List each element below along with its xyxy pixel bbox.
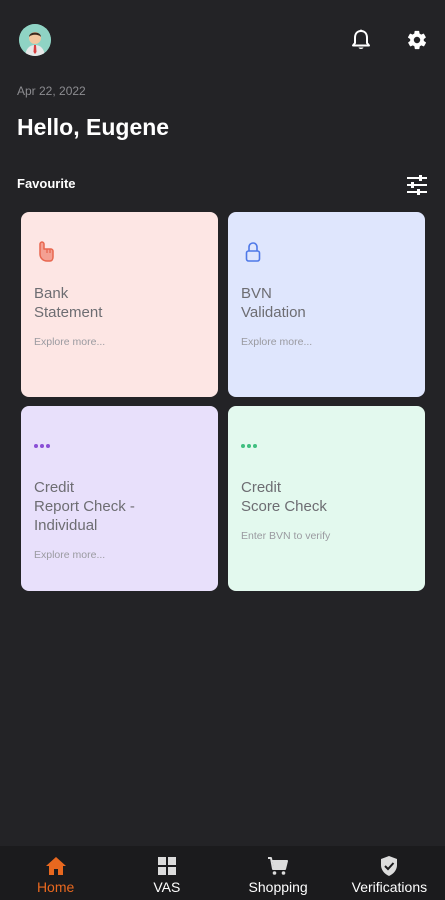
gear-icon[interactable] bbox=[403, 26, 431, 54]
greeting-heading: Hello, Eugene bbox=[17, 114, 170, 140]
hand-icon bbox=[34, 240, 58, 264]
more-dots-icon bbox=[34, 434, 58, 458]
nav-label: Verifications bbox=[351, 879, 428, 895]
more-dots-icon bbox=[241, 434, 265, 458]
card-title: Credit Report Check - Individual bbox=[34, 479, 135, 534]
nav-item-shopping[interactable]: Shopping bbox=[223, 846, 334, 900]
user-avatar-icon[interactable] bbox=[19, 24, 51, 56]
card-title: Bank Statement bbox=[34, 285, 103, 321]
card-bank-statement[interactable]: Bank Statement Explore more... bbox=[21, 212, 218, 397]
card-title: BVN Validation bbox=[241, 285, 306, 321]
card-credit-score-check[interactable]: Credit Score Check Enter BVN to verify bbox=[228, 406, 425, 591]
bell-icon[interactable] bbox=[347, 26, 375, 54]
card-title: Credit Score Check bbox=[241, 479, 327, 515]
card-subtitle: Explore more... bbox=[34, 549, 106, 561]
nav-item-verifications[interactable]: Verifications bbox=[334, 846, 445, 900]
current-date: Apr 22, 2022 bbox=[17, 84, 86, 98]
card-subtitle: Explore more... bbox=[34, 336, 106, 348]
home-icon bbox=[45, 855, 67, 877]
nav-label: Shopping bbox=[248, 879, 308, 895]
shield-check-icon bbox=[378, 855, 400, 877]
lock-icon bbox=[241, 240, 265, 264]
card-subtitle: Enter BVN to verify bbox=[241, 530, 331, 542]
favourites-title: Favourite bbox=[17, 176, 76, 191]
card-bvn-validation[interactable]: BVN Validation Explore more... bbox=[228, 212, 425, 397]
grid-icon bbox=[156, 855, 178, 877]
cart-icon bbox=[267, 855, 289, 877]
app-header bbox=[0, 0, 445, 80]
nav-label: Home bbox=[36, 879, 75, 895]
bottom-navigation: Home VAS Shopping Verifications bbox=[0, 846, 445, 900]
card-subtitle: Explore more... bbox=[241, 336, 313, 348]
nav-item-vas[interactable]: VAS bbox=[111, 846, 222, 900]
sliders-icon[interactable] bbox=[404, 173, 430, 197]
nav-item-home[interactable]: Home bbox=[0, 846, 111, 900]
nav-label: VAS bbox=[153, 879, 181, 895]
card-credit-report-check[interactable]: Credit Report Check - Individual Explore… bbox=[21, 406, 218, 591]
